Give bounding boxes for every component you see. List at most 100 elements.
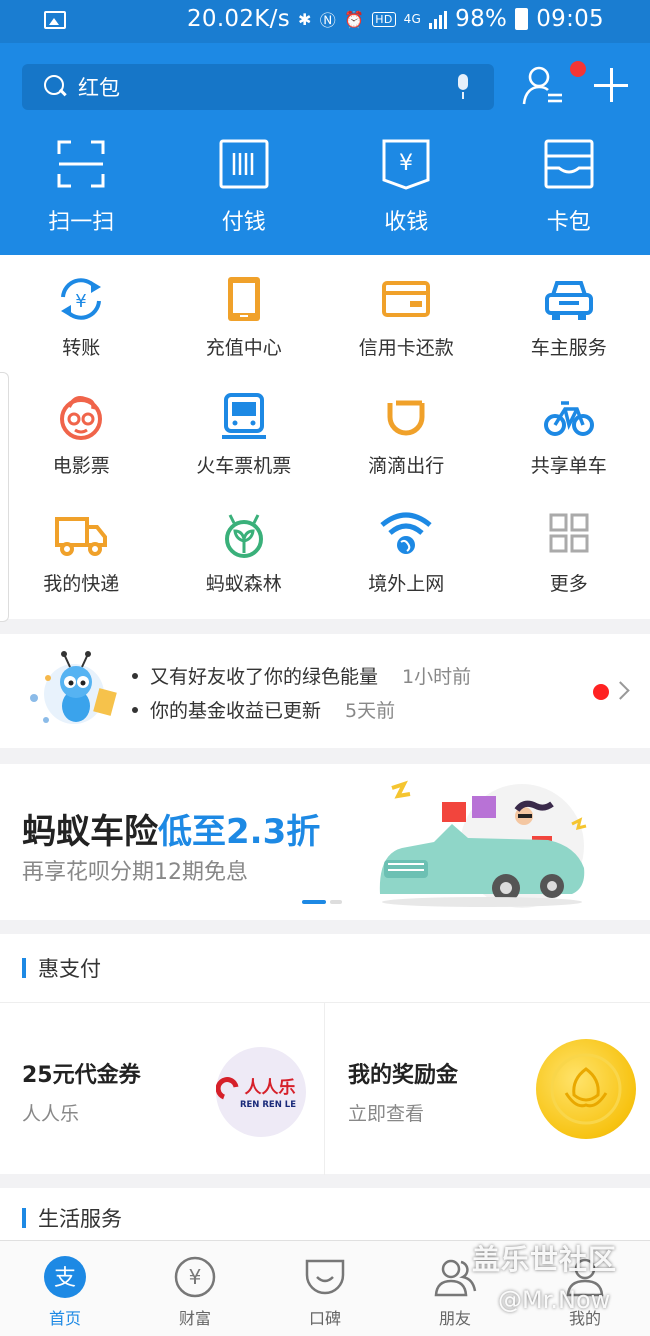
grid-item-recharge[interactable]: 充值中心: [163, 275, 326, 360]
gold-coin-icon: [536, 1039, 636, 1139]
svg-text:REN REN LE: REN REN LE: [240, 1100, 296, 1110]
wealth-icon: ¥: [174, 1256, 216, 1298]
card-divider: [324, 1003, 325, 1175]
friends-icon: [434, 1259, 477, 1297]
battery-percent: 98%: [455, 6, 508, 32]
image-icon: [44, 11, 66, 29]
svg-text:¥: ¥: [76, 291, 87, 312]
grid-item-transfer[interactable]: ¥ 转账: [0, 275, 163, 360]
section-accent-bar: [22, 958, 26, 978]
notification-panel[interactable]: 又有好友收了你的绿色能量 1小时前 你的基金收益已更新 5天前: [0, 634, 650, 748]
tab-label: 口碑: [308, 1309, 341, 1328]
voucher-card[interactable]: 25元代金券 人人乐 人人乐 REN REN LE: [0, 1003, 324, 1175]
phone-recharge-icon: [227, 277, 260, 321]
card-wallet-icon: [544, 139, 594, 189]
network-type: 4G: [403, 12, 422, 26]
card-wallet-button[interactable]: 卡包: [488, 138, 650, 236]
grid-item-forest[interactable]: 蚂蚁森林: [163, 511, 326, 596]
receive-icon: ¥: [382, 139, 430, 190]
car-icon: [544, 281, 593, 320]
grid-item-train[interactable]: 火车票机票: [163, 393, 326, 478]
notice-item[interactable]: 又有好友收了你的绿色能量 1小时前: [132, 662, 471, 689]
pay-label: 付钱: [221, 210, 266, 235]
more-grid-icon: [549, 513, 589, 553]
plus-button[interactable]: [594, 68, 630, 104]
forest-icon: [224, 514, 263, 558]
header: 20.02K/s ✱ Ⓝ ⏰ HD 4G 98% 09:05 红包 扫一扫 付钱…: [0, 0, 650, 255]
banner-subtitle: 再享花呗分期12期免息: [22, 860, 248, 885]
bike-icon: [543, 401, 594, 436]
grid-item-roaming[interactable]: 境外上网: [325, 511, 488, 596]
promo-banner[interactable]: 蚂蚁车险低至2.3折 再享花呗分期12期免息: [0, 764, 650, 920]
bullet-dot: [132, 706, 138, 713]
pay-button[interactable]: 付钱: [163, 138, 326, 236]
grid-label: 境外上网: [368, 573, 445, 595]
section-title: 生活服务: [38, 1207, 122, 1231]
movie-icon: [60, 396, 103, 440]
unread-badge: [593, 684, 609, 700]
carousel-indicator: [302, 900, 342, 904]
card-title: 我的奖励金: [348, 1063, 459, 1088]
bluetooth-icon: ✱: [298, 9, 312, 29]
alipay-home-icon: 支: [44, 1256, 86, 1298]
grid-item-bike[interactable]: 共享单车: [488, 393, 650, 478]
search-bar[interactable]: 红包: [22, 64, 494, 110]
bullet-dot: [132, 672, 138, 679]
wifi-globe-icon: [380, 512, 432, 554]
side-drawer-handle[interactable]: [0, 372, 9, 622]
tab-koubei[interactable]: 口碑: [260, 1241, 390, 1336]
grid-label: 车主服务: [530, 337, 607, 359]
tab-label: 朋友: [438, 1309, 471, 1328]
card-title: 25元代金券: [22, 1063, 141, 1088]
grid-label: 更多: [549, 573, 588, 595]
network-speed: 20.02K/s: [186, 6, 291, 32]
chevron-right-icon[interactable]: [611, 681, 630, 700]
truck-icon: [55, 517, 108, 556]
status-bar: 20.02K/s ✱ Ⓝ ⏰ HD 4G 98% 09:05: [0, 0, 650, 43]
notice-time: 5天前: [345, 700, 396, 722]
credit-card-icon: [382, 281, 431, 317]
svg-text:¥: ¥: [189, 1265, 202, 1289]
grid-label: 蚂蚁森林: [205, 573, 282, 595]
clock: 09:05: [536, 6, 604, 32]
grid-item-movie[interactable]: 电影票: [0, 393, 163, 478]
grid-label: 转账: [62, 337, 101, 359]
grid-item-didi[interactable]: 滴滴出行: [325, 393, 488, 478]
card-subtitle: 人人乐: [22, 1103, 80, 1125]
watermark-line1: 盖乐世社区: [472, 1243, 618, 1276]
notice-time: 1小时前: [402, 666, 472, 688]
contacts-button[interactable]: [522, 61, 586, 108]
svg-text:人人乐: 人人乐: [245, 1078, 296, 1098]
section-accent-bar: [22, 1208, 26, 1228]
banner-title-main: 蚂蚁车险: [22, 812, 158, 852]
svg-text:支: 支: [54, 1266, 76, 1291]
tab-wealth[interactable]: ¥ 财富: [130, 1241, 260, 1336]
battery-icon: [515, 8, 529, 30]
train-icon: [221, 393, 266, 439]
grid-label: 信用卡还款: [358, 337, 454, 359]
notice-item[interactable]: 你的基金收益已更新 5天前: [132, 696, 395, 723]
grid-item-car-service[interactable]: 车主服务: [488, 275, 650, 360]
nfc-icon: Ⓝ: [319, 11, 337, 30]
alarm-icon: ⏰: [344, 9, 365, 29]
tab-home[interactable]: 支 首页: [0, 1241, 130, 1336]
main-actions: 扫一扫 付钱 ¥ 收钱 卡包: [0, 138, 650, 236]
microphone-icon[interactable]: [456, 74, 470, 100]
scan-label: 扫一扫: [48, 210, 115, 235]
search-input[interactable]: 红包: [78, 72, 456, 102]
grid-label: 我的快递: [43, 573, 120, 595]
tab-label: 首页: [48, 1309, 81, 1328]
notification-badge: [570, 61, 586, 77]
scan-button[interactable]: 扫一扫: [0, 138, 163, 236]
banner-title-highlight: 低至2.3折: [158, 812, 321, 852]
section-title: 惠支付: [38, 957, 101, 981]
grid-item-more[interactable]: 更多: [488, 511, 650, 596]
receive-button[interactable]: ¥ 收钱: [325, 138, 488, 236]
contacts-icon: [522, 66, 562, 105]
banner-title: 蚂蚁车险低至2.3折: [22, 804, 320, 853]
convertible-car-illustration: [379, 780, 587, 908]
grid-item-credit-card[interactable]: 信用卡还款: [325, 275, 488, 360]
watermark-line2: @Mr.Now: [498, 1286, 611, 1314]
grid-label: 滴滴出行: [368, 455, 445, 477]
grid-item-express[interactable]: 我的快递: [0, 511, 163, 596]
